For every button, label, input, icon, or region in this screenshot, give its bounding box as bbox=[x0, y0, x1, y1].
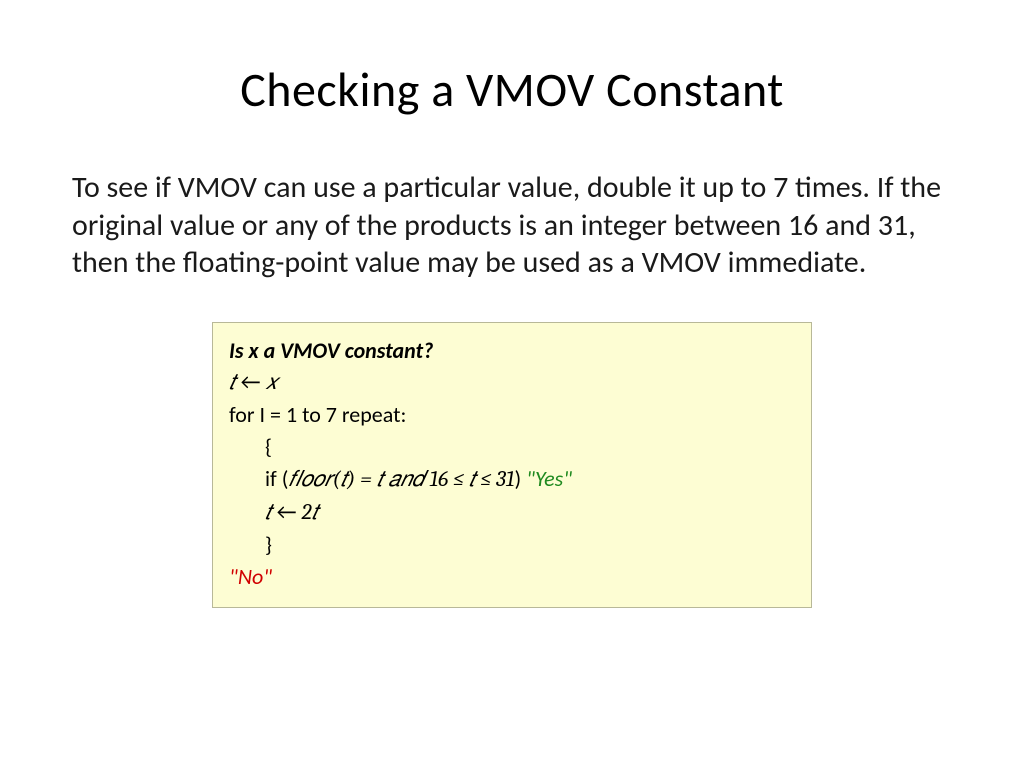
expr-2t: 2𝑡 bbox=[302, 499, 319, 525]
brace-close: } bbox=[229, 529, 795, 561]
algo-line-update: 𝑡 ← 2𝑡 bbox=[229, 496, 795, 529]
cond-expression: 𝑓𝑙𝑜𝑜𝑟(𝑡) = 𝑡 𝑎𝑛𝑑 16 ≤ 𝑡 ≤ 31 bbox=[288, 466, 514, 492]
slide: Checking a VMOV Constant To see if VMOV … bbox=[0, 0, 1024, 768]
algorithm-box: Is x a VMOV constant? 𝑡 ← 𝑥 for I = 1 to… bbox=[212, 322, 812, 608]
algo-line-for: for I = 1 to 7 repeat: bbox=[229, 399, 795, 431]
cond-prefix: if ( bbox=[265, 465, 288, 492]
result-yes: "Yes" bbox=[526, 465, 572, 492]
var-x: 𝑥 bbox=[266, 369, 278, 395]
slide-title: Checking a VMOV Constant bbox=[70, 60, 954, 119]
algo-line-assign: 𝑡 ← 𝑥 bbox=[229, 366, 795, 399]
arrow-icon: ← bbox=[236, 368, 266, 395]
algorithm-heading: Is x a VMOV constant? bbox=[229, 335, 795, 367]
var-t-update: 𝑡 bbox=[265, 499, 272, 525]
var-t: 𝑡 bbox=[229, 369, 236, 395]
body-paragraph: To see if VMOV can use a particular valu… bbox=[70, 169, 954, 282]
brace-open: { bbox=[229, 431, 795, 463]
algo-line-condition: if (𝑓𝑙𝑜𝑜𝑟(𝑡) = 𝑡 𝑎𝑛𝑑 16 ≤ 𝑡 ≤ 31) "Yes" bbox=[229, 463, 795, 496]
result-no: "No" bbox=[229, 561, 795, 593]
cond-suffix: ) bbox=[514, 465, 526, 492]
arrow-icon: ← bbox=[272, 498, 302, 525]
